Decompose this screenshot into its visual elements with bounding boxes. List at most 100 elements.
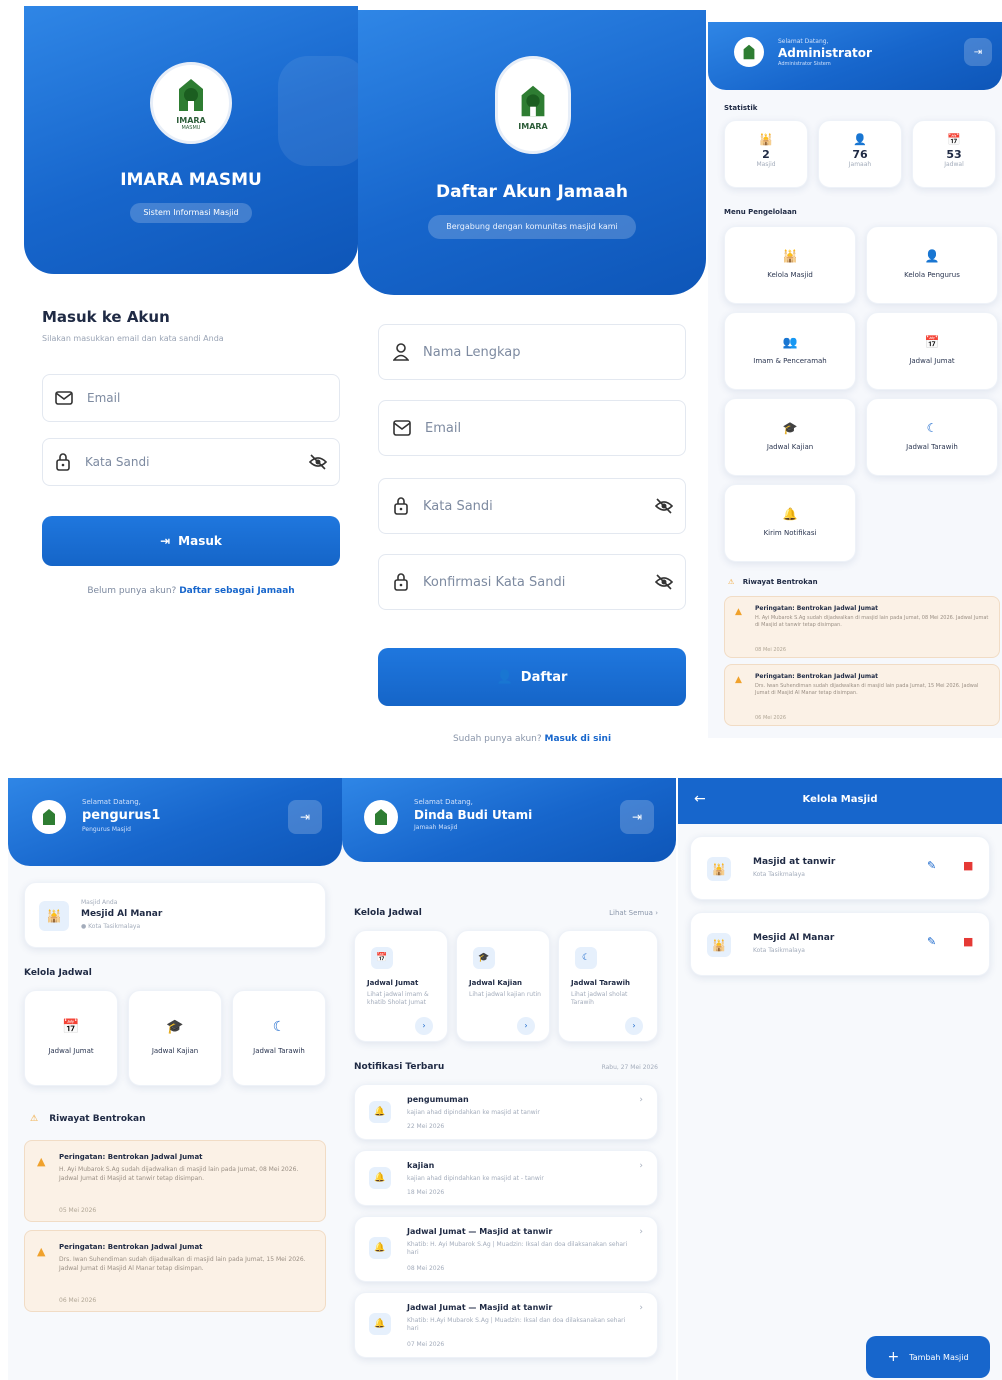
bell-icon: 🔔 [369, 1101, 391, 1123]
notification-body: Khatib: H. Ayi Mubarok S.Ag | Muadzin: I… [407, 1241, 628, 1256]
stat-card-masjid: 🕌 2 Masjid [724, 120, 808, 188]
login-button[interactable]: ⇥ Masuk [42, 516, 340, 566]
schedule-title: Kelola Jadwal [354, 908, 422, 918]
password-placeholder: Kata Sandi [85, 455, 150, 469]
menu-kelola-masjid[interactable]: 🕌 Kelola Masjid [724, 226, 856, 304]
menu-jadwal-kajian[interactable]: 🎓 Jadwal Kajian [724, 398, 856, 476]
notification-item[interactable]: 🔔 Jadwal Jumat — Masjid at tanwir Khatib… [354, 1292, 658, 1358]
edit-icon[interactable]: ✎ [927, 859, 936, 872]
schedule-label: Jadwal Tarawih [253, 1047, 305, 1055]
login-button-label: Masuk [178, 534, 222, 548]
schedule-label: Jadwal Tarawih [571, 979, 630, 987]
logout-button[interactable]: ⇥ [620, 800, 654, 834]
warning-icon: ⚠ [30, 1114, 39, 1124]
email-field[interactable]: Email [42, 374, 340, 422]
mosque-city: Kota Tasikmalaya [753, 947, 805, 954]
admin-dashboard-screen: Selamat Datang, Administrator Administra… [708, 22, 1002, 738]
mosque-icon: 🕌 [759, 133, 773, 146]
graduation-cap-icon: 🎓 [473, 947, 495, 969]
arrow-icon[interactable]: › [517, 1017, 535, 1035]
register-link[interactable]: Daftar sebagai Jamaah [179, 586, 294, 596]
chevron-right-icon: › [639, 1161, 643, 1171]
menu-kirim-notifikasi[interactable]: 🔔 Kirim Notifikasi [724, 484, 856, 562]
kelola-masjid-screen: ← Kelola Masjid 🕌 Masjid at tanwir Kota … [678, 778, 1002, 1380]
user-name: Administrator [778, 46, 872, 60]
stats-title: Statistik [724, 104, 758, 112]
arrow-icon[interactable]: › [415, 1017, 433, 1035]
add-mosque-label: Tambah Masjid [909, 1352, 969, 1362]
calendar-icon: 📅 [62, 1019, 80, 1035]
mosque-name: Mesjid Al Manar [81, 909, 163, 919]
name-field[interactable]: Nama Lengkap [378, 324, 686, 380]
notification-item[interactable]: 🔔 Jadwal Jumat — Masjid at tanwir Khatib… [354, 1216, 658, 1282]
mosque-location: ● Kota Tasikmalaya [81, 923, 140, 930]
register-screen: IMARA Daftar Akun Jamaah Bergabung denga… [358, 10, 706, 770]
edit-icon[interactable]: ✎ [927, 935, 936, 948]
logout-button[interactable]: ⇥ [288, 800, 322, 834]
login-prompt: Sudah punya akun? Masuk di sini [358, 734, 706, 744]
schedule-kajian[interactable]: 🎓 Jadwal Kajian [128, 990, 222, 1086]
password-field[interactable]: Kata Sandi [42, 438, 340, 486]
app-logo [32, 800, 66, 834]
see-all-link[interactable]: Lihat Semua › [609, 909, 658, 917]
delete-icon[interactable]: ■ [963, 859, 973, 872]
conflict-card-body: Drs. Iwan Suhendiman sudah dijadwalkan d… [59, 1256, 306, 1272]
mosque-logo-icon [43, 809, 55, 825]
eye-off-icon[interactable] [309, 454, 327, 470]
schedule-kajian[interactable]: 🎓 Jadwal Kajian Lihat jadwal kajian ruti… [456, 930, 550, 1042]
menu-label: Jadwal Kajian [766, 443, 814, 451]
bell-icon: 🔔 [369, 1313, 391, 1335]
mosque-list-item[interactable]: 🕌 Mesjid Al Manar Kota Tasikmalaya ✎ ■ [690, 912, 990, 976]
register-button[interactable]: 👤 Daftar [378, 648, 686, 706]
eye-off-icon[interactable] [655, 498, 673, 514]
notification-date: 08 Mei 2026 [407, 1265, 445, 1272]
add-mosque-button[interactable]: + Tambah Masjid [866, 1336, 990, 1378]
login-enter-icon: ⇥ [160, 534, 171, 548]
bell-icon: 🔔 [369, 1167, 391, 1189]
schedule-jumat[interactable]: 📅 Jadwal Jumat [24, 990, 118, 1086]
arrow-icon[interactable]: › [625, 1017, 643, 1035]
stat-value: 53 [946, 148, 962, 161]
greeting-text: Selamat Datang, [778, 38, 829, 45]
user-role: Administrator Sistem [778, 61, 831, 67]
bell-icon: 🔔 [369, 1237, 391, 1259]
schedule-jumat[interactable]: 📅 Jadwal Jumat Lihat jadwal imam & khati… [354, 930, 448, 1042]
notification-title: Jadwal Jumat — Masjid at tanwir [407, 1227, 553, 1236]
email-field[interactable]: Email [378, 400, 686, 456]
chevron-right-icon: › [639, 1227, 643, 1237]
confirm-password-field[interactable]: Konfirmasi Kata Sandi [378, 554, 686, 610]
page-title: Kelola Masjid [802, 794, 878, 805]
schedule-label: Jadwal Kajian [469, 979, 523, 987]
schedule-tarawih[interactable]: ☾ Jadwal Tarawih [232, 990, 326, 1086]
mosque-logo-icon [743, 44, 755, 60]
notification-item[interactable]: 🔔 kajian kajian ahad dipindahkan ke masj… [354, 1150, 658, 1206]
notif-title: Notifikasi Terbaru [354, 1062, 445, 1072]
mail-icon [55, 391, 73, 405]
eye-off-icon[interactable] [655, 574, 673, 590]
notification-item[interactable]: 🔔 pengumuman kajian ahad dipindahkan ke … [354, 1084, 658, 1140]
menu-jadwal-tarawih[interactable]: ☾ Jadwal Tarawih [866, 398, 998, 476]
lock-icon [394, 573, 408, 591]
app-logo: IMARA [495, 56, 571, 154]
lock-icon [394, 497, 408, 515]
menu-jadwal-jumat[interactable]: 📅 Jadwal Jumat [866, 312, 998, 390]
chevron-right-icon: › [639, 1303, 643, 1313]
chevron-right-icon: › [639, 1095, 643, 1105]
password-field[interactable]: Kata Sandi [378, 478, 686, 534]
notification-date: 18 Mei 2026 [407, 1189, 445, 1196]
mosque-list-item[interactable]: 🕌 Masjid at tanwir Kota Tasikmalaya ✎ ■ [690, 836, 990, 900]
logout-button[interactable]: ⇥ [964, 38, 992, 66]
plus-icon: + [887, 1349, 900, 1365]
menu-label: Kirim Notifikasi [763, 529, 817, 537]
confirm-placeholder: Konfirmasi Kata Sandi [423, 574, 566, 590]
menu-imam-penceramah[interactable]: 👥 Imam & Penceramah [724, 312, 856, 390]
mosque-logo-icon [521, 85, 545, 116]
schedule-tarawih[interactable]: ☾ Jadwal Tarawih Lihat jadwal sholat Tar… [558, 930, 658, 1042]
delete-icon[interactable]: ■ [963, 935, 973, 948]
login-link[interactable]: Masuk di sini [545, 734, 612, 744]
menu-kelola-pengurus[interactable]: 👤 Kelola Pengurus [866, 226, 998, 304]
register-button-label: Daftar [520, 669, 568, 685]
mosque-icon: 🕌 [782, 249, 798, 263]
app-badge: Sistem Informasi Masjid [130, 203, 252, 223]
schedule-title: Kelola Jadwal [24, 968, 92, 978]
